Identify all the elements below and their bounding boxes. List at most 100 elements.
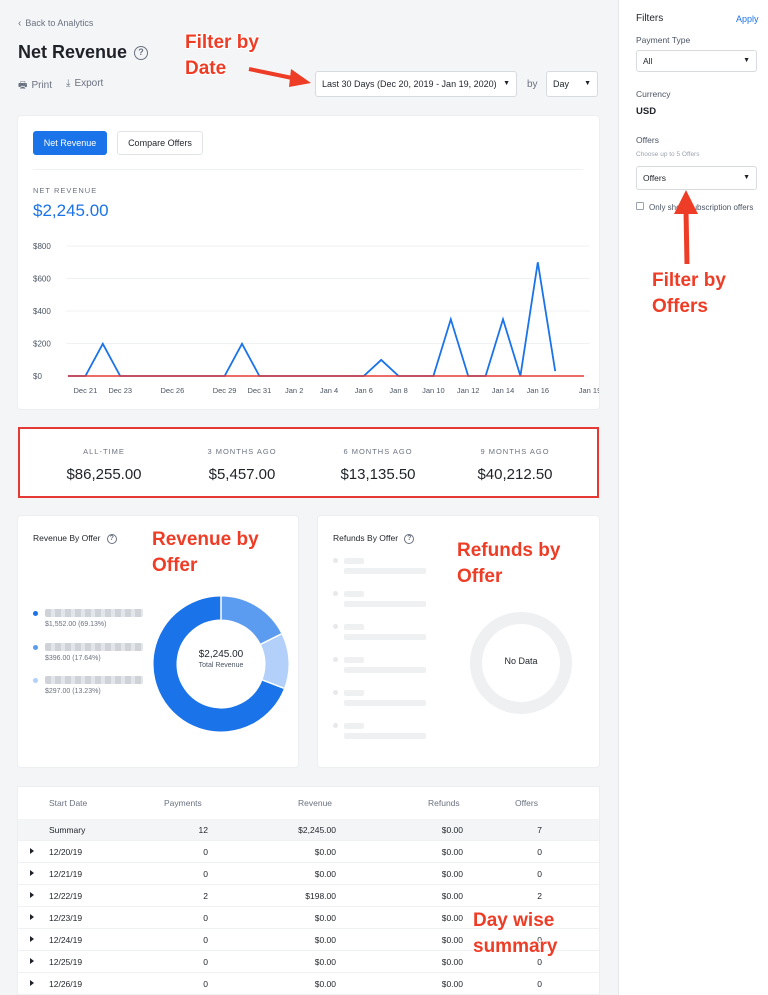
row-refunds: $0.00 — [441, 935, 463, 945]
stat-label: 6 MONTHS AGO — [343, 447, 413, 456]
x-tick-label: Dec 21 — [74, 386, 98, 395]
expand-row-icon[interactable] — [30, 848, 34, 854]
placeholder-bar — [344, 624, 364, 630]
x-tick-label: Dec 26 — [161, 386, 185, 395]
arrow-head — [289, 69, 311, 87]
offers-value: Offers — [643, 173, 666, 183]
apply-button[interactable]: Apply — [736, 14, 759, 24]
divider — [33, 169, 583, 170]
annotation-arrow-offers — [674, 190, 698, 265]
annotation-arrow-date — [248, 67, 311, 87]
placeholder-bar — [344, 733, 426, 739]
by-label: by — [527, 79, 538, 90]
blurred-offer-name — [45, 643, 143, 651]
x-tick-label: Jan 10 — [422, 386, 445, 395]
table-row[interactable]: 12/26/19 0 $0.00 $0.00 0 — [18, 973, 599, 995]
row-refunds: $0.00 — [441, 891, 463, 901]
row-offers: 0 — [537, 847, 542, 857]
row-revenue: $0.00 — [314, 847, 336, 857]
row-refunds: $0.00 — [441, 869, 463, 879]
donut-center-value: $2,245.00 — [198, 649, 244, 660]
x-tick-label: Dec 23 — [108, 386, 132, 395]
row-date: 12/23/19 — [49, 913, 83, 923]
filters-title: Filters — [636, 13, 664, 24]
main-content: ‹ Back to Analytics Net Revenue ? 🖶 Print … — [0, 0, 618, 995]
table-row[interactable]: 12/20/19 0 $0.00 $0.00 0 — [18, 841, 599, 863]
payment-type-label: Payment Type — [636, 35, 691, 45]
y-tick-label: $800 — [33, 242, 51, 251]
blurred-offer-name — [45, 676, 143, 684]
print-label: Print — [31, 80, 53, 91]
export-icon: ⤓ — [66, 78, 71, 89]
help-icon[interactable]: ? — [106, 533, 117, 544]
expand-row-icon[interactable] — [30, 914, 34, 920]
granularity-select[interactable]: Day ▼ — [546, 71, 598, 97]
table-row[interactable]: 12/21/19 0 $0.00 $0.00 0 — [18, 863, 599, 885]
placeholder-bar — [344, 591, 364, 597]
annotation-line: summary — [473, 936, 558, 957]
stat-label: 3 MONTHS AGO — [207, 447, 277, 456]
stat-value: $5,457.00 — [208, 466, 276, 483]
subscription-only-checkbox[interactable] — [636, 202, 644, 210]
row-payments: 0 — [203, 913, 208, 923]
expand-row-icon[interactable] — [30, 870, 34, 876]
placeholder-bar — [344, 601, 426, 607]
x-tick-label: Jan 8 — [389, 386, 407, 395]
annotation-filter-by-offers: Filter by Offers — [652, 268, 726, 320]
x-tick-label: Jan 14 — [492, 386, 515, 395]
summary-offers: 7 — [537, 825, 542, 835]
expand-row-icon[interactable] — [30, 980, 34, 986]
card-title-text: Revenue By Offer — [33, 533, 101, 543]
table-row[interactable]: 12/22/19 2 $198.00 $0.00 2 — [18, 885, 599, 907]
row-revenue: $0.00 — [314, 935, 336, 945]
annotation-revenue-by-offer: Revenue by Offer — [152, 527, 259, 579]
legend-dot — [33, 678, 38, 683]
revenue-series-line — [68, 262, 557, 377]
donut-center-label: Total Revenue — [198, 662, 244, 669]
stat-3-months: 3 MONTHS AGO $5,457.00 — [172, 447, 312, 483]
page-title-text: Net Revenue — [18, 42, 128, 62]
row-refunds: $0.00 — [441, 847, 463, 857]
expand-row-icon[interactable] — [30, 936, 34, 942]
placeholder-bar — [344, 667, 426, 673]
row-date: 12/25/19 — [49, 957, 83, 967]
offers-select[interactable]: Offers ▼ — [636, 166, 757, 190]
tab-compare-offers[interactable]: Compare Offers — [117, 131, 203, 155]
back-link[interactable]: ‹ Back to Analytics — [18, 18, 93, 29]
row-date: 12/26/19 — [49, 979, 83, 989]
expand-row-icon[interactable] — [30, 958, 34, 964]
caret-down-icon: ▼ — [743, 174, 750, 181]
annotation-text: Revenue by Offer — [152, 527, 259, 579]
annotation-line: Filter by — [652, 270, 726, 291]
placeholder-bar — [344, 558, 364, 564]
print-button[interactable]: 🖶 Print — [18, 78, 52, 95]
y-tick-label: $200 — [33, 340, 51, 349]
row-offers: 0 — [537, 979, 542, 989]
caret-down-icon: ▼ — [503, 80, 510, 87]
help-icon[interactable]: ? — [404, 533, 415, 544]
row-payments: 0 — [203, 847, 208, 857]
placeholder-dot — [333, 591, 338, 596]
summary-revenue: $2,245.00 — [298, 825, 336, 835]
offers-label: Offers — [636, 135, 659, 145]
row-refunds: $0.00 — [441, 913, 463, 923]
row-payments: 0 — [203, 957, 208, 967]
blurred-offer-name — [45, 609, 143, 617]
payment-type-select[interactable]: All ▼ — [636, 50, 757, 72]
metric-value: $2,245.00 — [33, 201, 109, 220]
export-button[interactable]: ⤓ Export — [66, 78, 103, 95]
expand-row-icon[interactable] — [30, 892, 34, 898]
x-tick-label: Jan 12 — [457, 386, 480, 395]
help-icon[interactable]: ? — [134, 46, 148, 60]
chevron-left-icon: ‹ — [18, 18, 22, 29]
annotation-line: Offer — [152, 555, 198, 576]
legend-dot — [33, 645, 38, 650]
no-data-label: No Data — [504, 656, 538, 666]
row-date: 12/20/19 — [49, 847, 83, 857]
tab-net-revenue[interactable]: Net Revenue — [33, 131, 107, 155]
daily-summary-table: Start Date Payments Revenue Refunds Offe… — [18, 787, 599, 995]
stat-all-time: ALL-TIME $86,255.00 — [34, 447, 174, 483]
date-range-select[interactable]: Last 30 Days (Dec 20, 2019 - Jan 19, 202… — [315, 71, 517, 97]
stat-label: 9 MONTHS AGO — [480, 447, 550, 456]
stat-6-months: 6 MONTHS AGO $13,135.50 — [308, 447, 448, 483]
